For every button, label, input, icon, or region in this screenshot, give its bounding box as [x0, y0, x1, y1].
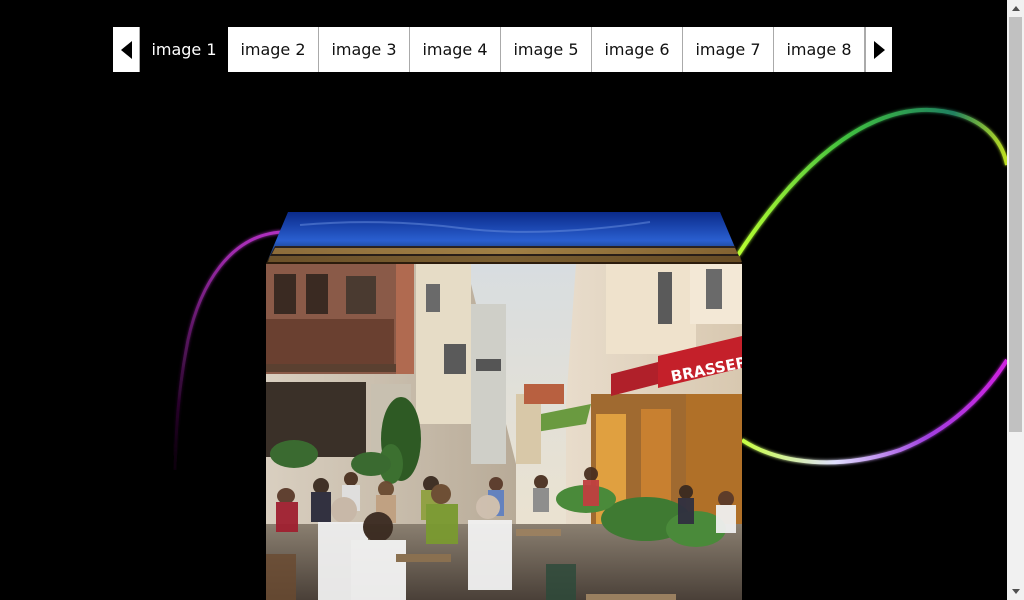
- chevron-down-icon: [1011, 589, 1020, 594]
- scrollbar-thumb[interactable]: [1009, 17, 1022, 432]
- scroll-down-button[interactable]: [1007, 583, 1024, 600]
- gallery-stage: image 1 image 2 image 3 image 4 image 5 …: [0, 0, 1007, 600]
- vertical-scrollbar[interactable]: [1007, 0, 1024, 600]
- street-cafe-photo: BRASSERIE: [266, 264, 742, 600]
- scroll-up-button[interactable]: [1007, 0, 1024, 17]
- cube-front-image[interactable]: BRASSERIE: [266, 264, 742, 600]
- chevron-up-icon: [1011, 6, 1020, 11]
